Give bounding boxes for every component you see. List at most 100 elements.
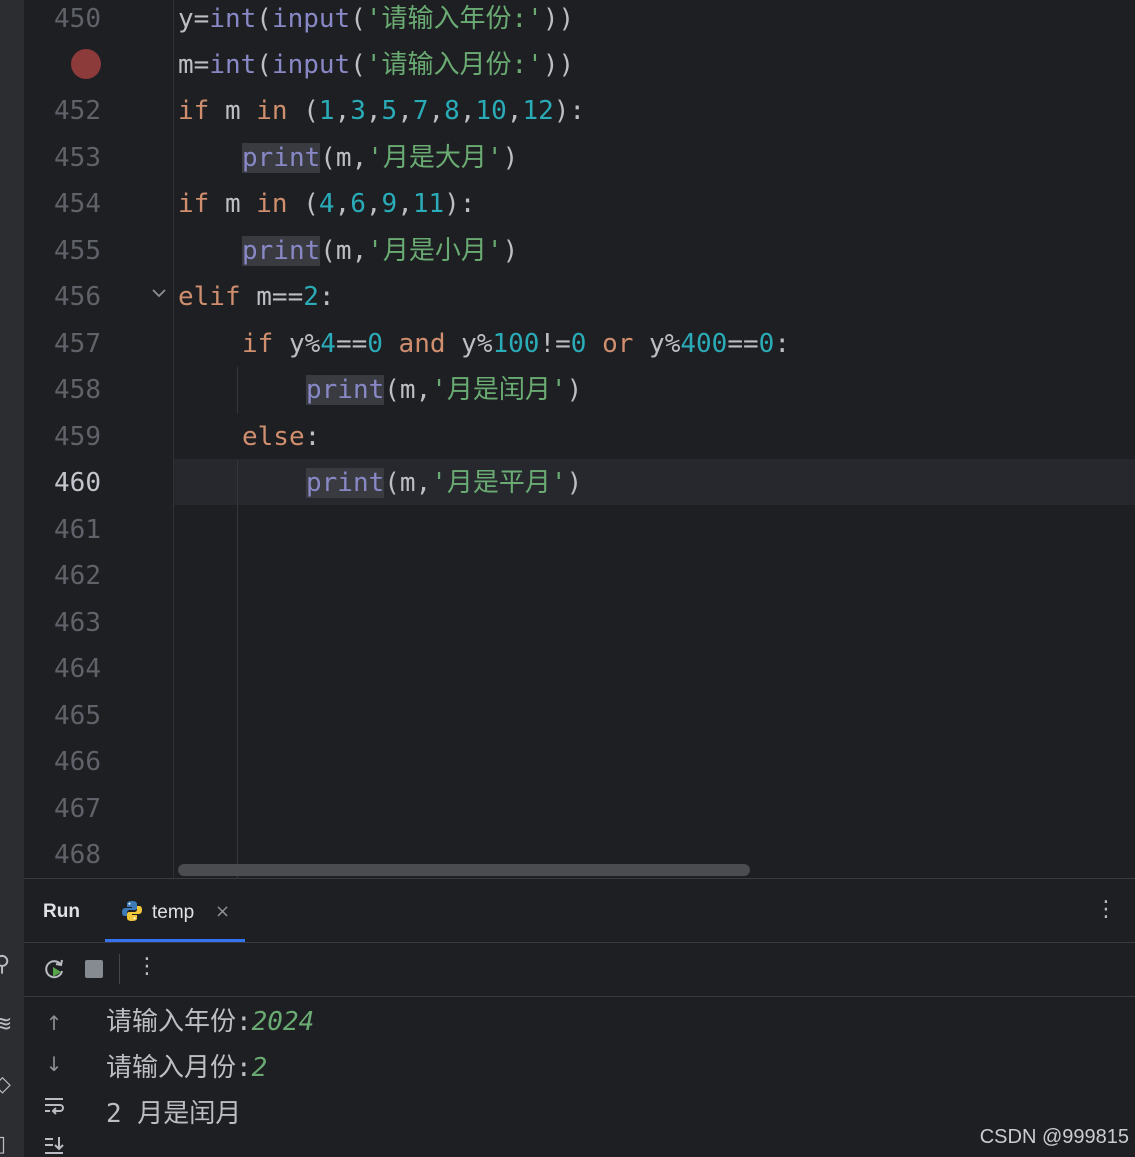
console-line: 2 月是闰月 xyxy=(106,1091,1106,1137)
line-number: 459 xyxy=(54,422,101,452)
number-literal: 11 xyxy=(412,189,445,219)
line-number-gutter[interactable]: 450 452 453 454 455 456 457 458 459 460 … xyxy=(24,0,174,878)
code-line-452[interactable]: if m in (1,3,5,7,8,10,12): xyxy=(178,88,585,134)
horizontal-scrollbar[interactable] xyxy=(178,864,750,876)
code-token: ( xyxy=(350,50,366,80)
stop-icon[interactable] xyxy=(85,960,103,978)
code-token: ( xyxy=(287,189,319,219)
line-number: 454 xyxy=(54,189,101,219)
keyword: and xyxy=(382,329,446,359)
code-token: int xyxy=(209,4,257,34)
code-line-450[interactable]: y=int(input('请输入年份:')) xyxy=(178,0,574,42)
code-line-455[interactable]: print(m,'月是小月') xyxy=(242,228,518,274)
code-token: != xyxy=(539,329,571,359)
number-literal: 9 xyxy=(381,189,398,219)
code-token: m= xyxy=(178,50,210,80)
tab-label: temp xyxy=(152,902,195,923)
indent-guide xyxy=(237,460,238,878)
string-literal: '请输入月份:' xyxy=(365,50,543,80)
keyword: if xyxy=(242,329,274,359)
code-line-458[interactable]: print(m,'月是闰月') xyxy=(306,367,582,413)
close-icon[interactable]: × xyxy=(215,901,230,922)
console-output[interactable]: 请输入年份:2024 请输入月份:2 2 月是闰月 xyxy=(106,999,1106,1137)
run-tab-temp[interactable]: temp × xyxy=(105,879,245,942)
console-side-toolbar: ↑ ↓ xyxy=(24,997,84,1157)
code-token: ) xyxy=(566,468,583,498)
code-line-459[interactable]: else: xyxy=(242,414,320,460)
toolbar-divider xyxy=(119,954,120,984)
string-literal: '月是平月' xyxy=(431,468,567,498)
keyword: or xyxy=(586,329,634,359)
left-tool-strip: ⚲ ≋ ◇ ▯ xyxy=(0,0,24,1157)
number-literal: 5 xyxy=(381,96,398,126)
code-token: , xyxy=(397,96,413,126)
code-token: m xyxy=(209,189,257,219)
code-token: , xyxy=(334,189,351,219)
layers-icon[interactable]: ≋ xyxy=(0,1014,14,1036)
keyword: in xyxy=(256,189,288,219)
string-literal: '月是小月' xyxy=(367,236,503,266)
indent-guide xyxy=(237,367,238,413)
soft-wrap-icon[interactable] xyxy=(42,1093,66,1117)
code-editor[interactable]: 450 452 453 454 455 456 457 458 459 460 … xyxy=(24,0,1135,878)
number-literal: 7 xyxy=(412,96,429,126)
code-token: y% xyxy=(273,329,321,359)
number-literal: 8 xyxy=(444,96,460,126)
watermark: CSDN @999815 xyxy=(979,1126,1129,1148)
code-token: == xyxy=(727,329,759,359)
code-token: ( xyxy=(256,50,272,80)
scroll-up-icon[interactable]: ↑ xyxy=(42,1011,66,1035)
fold-chevron-icon[interactable] xyxy=(150,284,168,302)
code-token: ): xyxy=(444,189,476,219)
code-token: : xyxy=(318,282,335,312)
terminal-icon[interactable]: ▯ xyxy=(0,1134,14,1156)
run-toolbar: ⋮ xyxy=(24,942,1135,997)
number-literal: 10 xyxy=(475,96,507,126)
problems-icon[interactable]: ◇ xyxy=(0,1074,14,1096)
number-literal: 4 xyxy=(318,189,335,219)
line-number: 458 xyxy=(54,375,101,405)
code-token: , xyxy=(428,96,445,126)
scroll-down-icon[interactable]: ↓ xyxy=(42,1052,66,1076)
code-token: == xyxy=(335,329,368,359)
ide-window: ⚲ ≋ ◇ ▯ 450 452 453 454 455 456 457 458 … xyxy=(0,0,1135,1157)
code-token: , xyxy=(397,189,413,219)
console-user-input: 2 xyxy=(251,1053,268,1083)
console-line: 请输入月份:2 xyxy=(106,1045,1106,1091)
line-number: 456 xyxy=(54,282,101,312)
scroll-to-end-icon[interactable] xyxy=(42,1134,66,1157)
line-number: 457 xyxy=(54,329,101,359)
current-line-number: 460 xyxy=(54,468,101,498)
line-number: 452 xyxy=(54,96,101,126)
code-token: ) xyxy=(566,375,583,405)
code-token: ): xyxy=(553,96,586,126)
line-number: 453 xyxy=(54,143,101,173)
run-panel-title: Run xyxy=(43,901,80,922)
code-line-456[interactable]: elif m==2: xyxy=(178,274,335,320)
console-user-input: 2024 xyxy=(251,1007,315,1037)
code-line-460[interactable]: print(m,'月是平月') xyxy=(306,460,582,506)
breakpoint-icon[interactable] xyxy=(71,49,101,79)
string-literal: '请输入年份:' xyxy=(365,4,543,34)
rerun-icon[interactable] xyxy=(42,957,66,981)
number-literal: 0 xyxy=(758,329,775,359)
number-literal: 0 xyxy=(367,329,383,359)
number-literal: 100 xyxy=(492,329,540,359)
line-number: 467 xyxy=(54,794,101,824)
line-number: 468 xyxy=(54,840,101,870)
code-token: ( xyxy=(287,96,319,126)
line-number: 466 xyxy=(54,747,101,777)
code-token: )) xyxy=(542,4,575,34)
services-icon[interactable]: ⚲ xyxy=(0,954,14,976)
code-token: (m, xyxy=(320,143,368,173)
code-line-453[interactable]: print(m,'月是大月') xyxy=(242,135,518,181)
code-line-451[interactable]: m=int(input('请输入月份:')) xyxy=(178,42,574,88)
number-literal: 6 xyxy=(350,189,366,219)
gutter-divider xyxy=(173,0,174,878)
code-line-457[interactable]: if y%4==0 and y%100!=0 or y%400==0: xyxy=(242,321,790,367)
code-token: ) xyxy=(502,236,519,266)
more-options-icon[interactable]: ⋮ xyxy=(136,954,158,979)
more-options-icon[interactable]: ⋮ xyxy=(1095,897,1117,922)
code-line-454[interactable]: if m in (4,6,9,11): xyxy=(178,181,475,227)
code-token: input xyxy=(271,4,351,34)
